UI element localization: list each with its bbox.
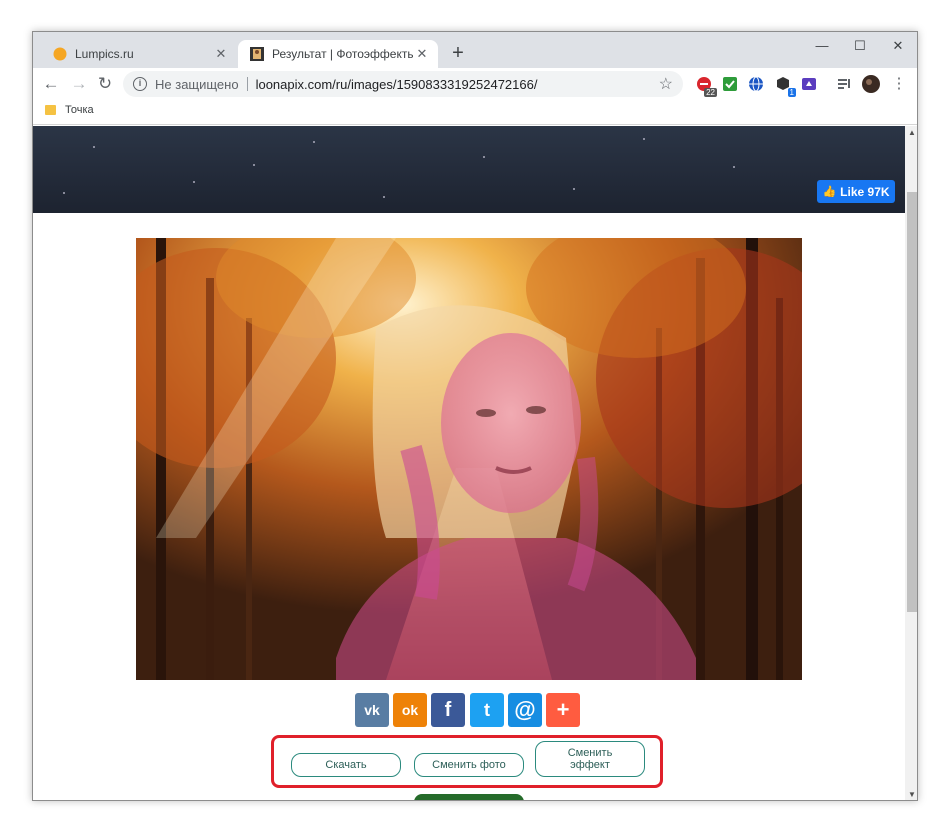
extension-badge: 1 (787, 88, 796, 97)
facebook-like-button[interactable]: 👍 Like 97K (817, 180, 895, 203)
browser-window: Lumpics.ru ✕ Результат | Фотоэффекты онл… (32, 31, 918, 801)
page-viewport: 👍 Like 97K vk ok f t @ + Скачать Сменить… (33, 126, 905, 800)
bookmark-star-icon[interactable]: ☆ (659, 74, 673, 94)
bookmark-label: Точка (65, 104, 94, 116)
vk-icon: vk (364, 702, 380, 718)
url-text[interactable]: loonapix.com/ru/images/15908333192524721… (256, 77, 538, 92)
change-photo-button[interactable]: Сменить фото (414, 753, 524, 777)
scroll-up-arrow-icon[interactable]: ▲ (905, 126, 917, 140)
omnibox-divider (246, 77, 248, 91)
profile-avatar[interactable] (862, 75, 880, 93)
like-count-label: Like 97K (840, 184, 890, 199)
vertical-scrollbar[interactable]: ▲ ▼ (905, 126, 917, 800)
media-extension-icon[interactable] (800, 75, 818, 93)
bookmark-folder-tochka[interactable]: Точка (45, 104, 94, 116)
share-mail-button[interactable]: @ (508, 693, 542, 727)
back-button[interactable]: ← (39, 72, 63, 96)
share-facebook-button[interactable]: f (431, 693, 465, 727)
green-action-button[interactable] (414, 794, 524, 800)
tab-strip: Lumpics.ru ✕ Результат | Фотоэффекты онл… (33, 32, 917, 68)
forward-button[interactable]: → (67, 72, 91, 96)
facebook-icon: f (444, 698, 452, 721)
tab-lumpics[interactable]: Lumpics.ru ✕ (41, 40, 237, 68)
twitter-icon: t (484, 699, 490, 720)
globe-extension-icon[interactable] (747, 75, 765, 93)
tab-title: Результат | Фотоэффекты онлайн (272, 47, 414, 61)
loonapix-favicon-icon (250, 47, 264, 61)
browser-toolbar: ← → ↻ i Не защищено loonapix.com/ru/imag… (33, 68, 917, 100)
thumbs-up-icon: 👍 (822, 186, 837, 198)
close-tab-icon[interactable]: ✕ (414, 46, 430, 62)
download-button[interactable]: Скачать (291, 753, 401, 777)
info-icon[interactable]: i (133, 77, 147, 91)
share-ok-button[interactable]: ok (393, 693, 427, 727)
menu-kebab-icon[interactable]: ⋮ (887, 72, 911, 96)
close-window-button[interactable]: ✕ (879, 32, 917, 60)
media-control-icon[interactable] (836, 75, 854, 93)
header-banner: 👍 Like 97K (33, 126, 905, 213)
change-effect-button[interactable]: Сменить эффект (535, 741, 645, 777)
share-twitter-button[interactable]: t (470, 693, 504, 727)
bookmarks-bar: Точка (33, 100, 917, 125)
checkmark-extension-icon[interactable] (721, 75, 739, 93)
extension-badge: 22 (704, 88, 717, 97)
share-vk-button[interactable]: vk (355, 693, 389, 727)
cube-extension-icon[interactable]: 1 (774, 75, 796, 97)
folder-icon (45, 105, 56, 115)
address-bar[interactable]: i Не защищено loonapix.com/ru/images/159… (123, 71, 683, 97)
tab-result[interactable]: Результат | Фотоэффекты онлайн ✕ (238, 40, 438, 68)
reload-button[interactable]: ↻ (93, 72, 117, 96)
plus-icon: + (556, 697, 570, 722)
adblock-extension-icon[interactable]: 22 (695, 75, 717, 97)
scroll-thumb[interactable] (907, 192, 917, 612)
scroll-down-arrow-icon[interactable]: ▼ (905, 788, 917, 800)
share-more-button[interactable]: + (546, 693, 580, 727)
mail-at-icon: @ (514, 697, 536, 722)
security-label: Не защищено (155, 76, 239, 92)
close-tab-icon[interactable]: ✕ (213, 46, 229, 62)
maximize-button[interactable]: ☐ (841, 32, 879, 60)
odnoklassniki-icon: ok (401, 702, 419, 718)
tab-title: Lumpics.ru (75, 47, 134, 61)
lumpics-favicon-icon (53, 47, 67, 61)
result-photo (136, 238, 802, 680)
minimize-button[interactable]: — (803, 32, 841, 60)
new-tab-button[interactable]: + (447, 43, 469, 65)
